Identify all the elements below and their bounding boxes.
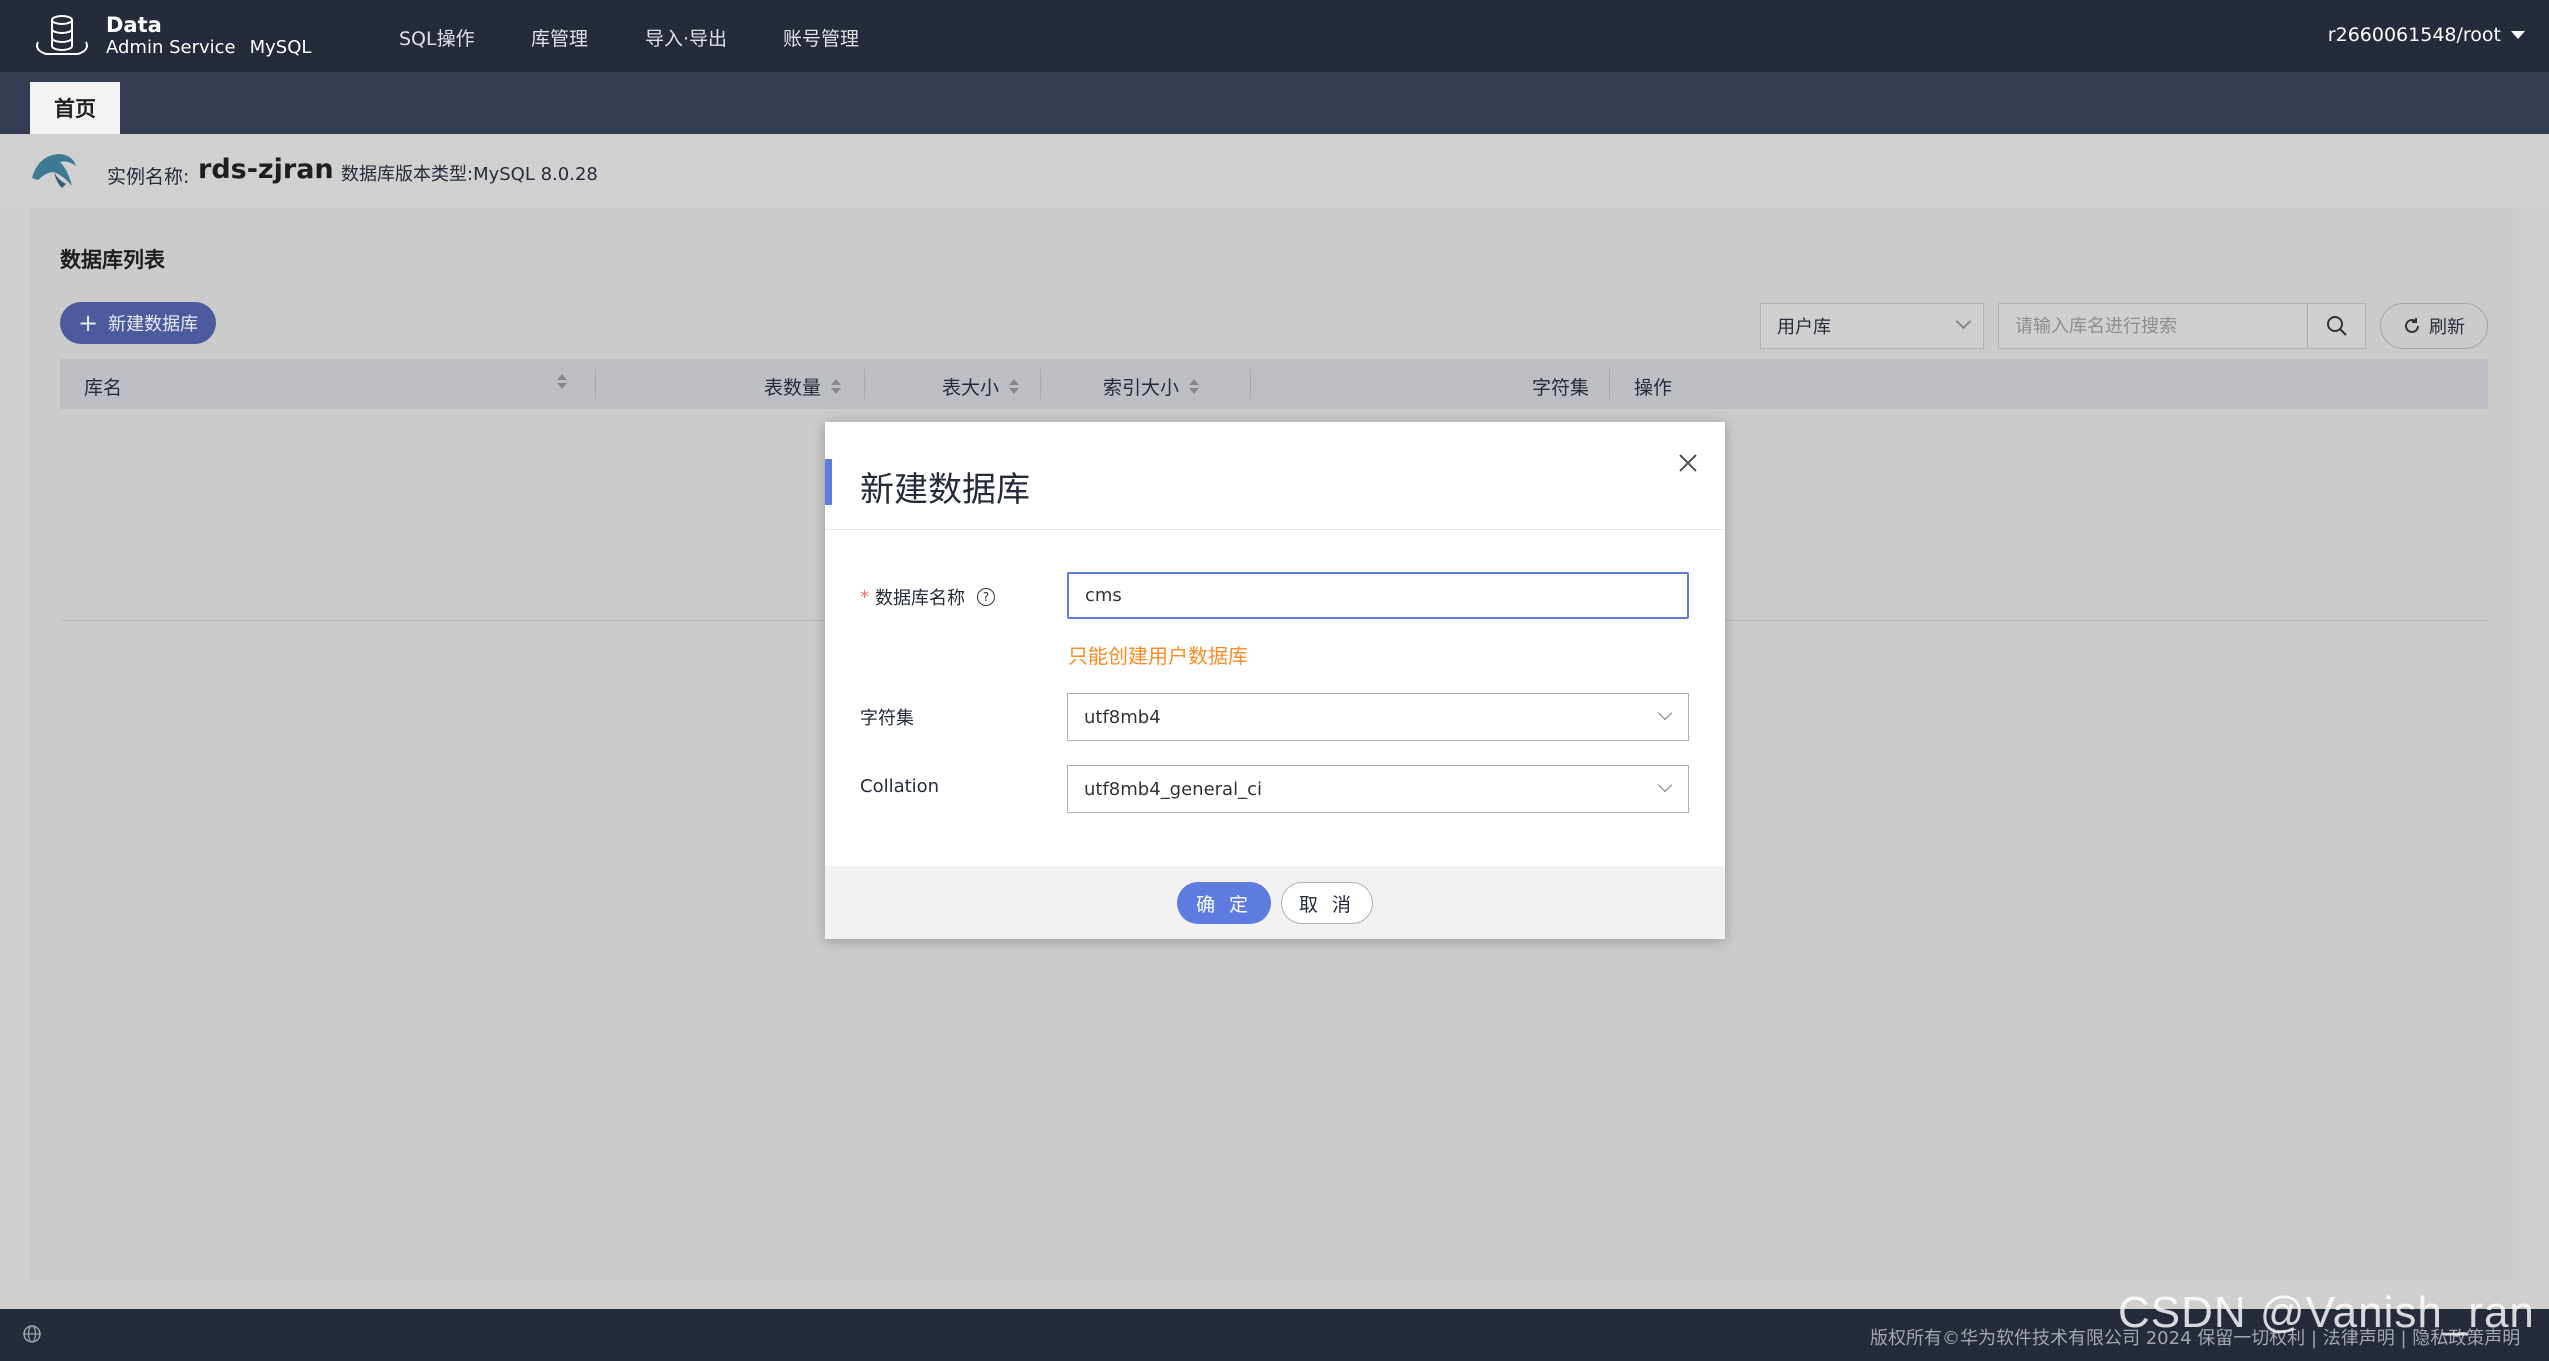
plus-icon: +	[78, 309, 99, 337]
column-divider	[1250, 369, 1251, 399]
brand[interactable]: Data Admin Service MySQL	[106, 13, 312, 59]
column-header-name[interactable]: 库名	[84, 373, 122, 400]
new-database-label: 新建数据库	[108, 314, 199, 335]
column-header-actions: 操作	[1634, 373, 1672, 400]
db-version: 数据库版本类型:MySQL 8.0.28	[341, 164, 598, 185]
collation-label: Collation	[860, 776, 940, 797]
db-type-select[interactable]: 用户库	[1760, 303, 1984, 349]
chevron-down-icon	[1657, 777, 1673, 793]
column-label: 字符集	[1532, 377, 1590, 399]
new-database-dialog: 新建数据库 * 数据库名称 ? 只能创建用户数据库 字符集 utf8mb4 Co…	[825, 422, 1725, 939]
charset-label: 字符集	[860, 708, 914, 729]
table-header: 库名 表数量 表大小 索引大小 字符集 操作	[60, 359, 2488, 409]
column-label: 操作	[1634, 377, 1673, 399]
chevron-down-icon	[1955, 313, 1972, 330]
database-logo-icon	[36, 15, 88, 55]
search-box	[1998, 303, 2366, 349]
collation-value: utf8mb4_general_ci	[1084, 778, 1262, 800]
refresh-label: 刷新	[2429, 317, 2465, 338]
column-label: 索引大小	[1103, 377, 1180, 399]
column-divider	[595, 369, 596, 399]
new-database-button[interactable]: + 新建数据库	[60, 302, 217, 344]
nav-db-management[interactable]: 库管理	[531, 24, 588, 51]
column-header-charset: 字符集	[1532, 373, 1589, 400]
refresh-button[interactable]: 刷新	[2380, 303, 2488, 349]
column-header-table-count[interactable]: 表数量	[764, 373, 842, 400]
dialog-footer: 确 定 取 消	[825, 866, 1725, 939]
help-icon[interactable]: ?	[977, 588, 995, 606]
tab-strip: 首页	[0, 72, 2549, 134]
search-button[interactable]	[2307, 304, 2365, 348]
refresh-icon	[2405, 318, 2419, 333]
db-name-label-text: 数据库名称	[875, 588, 965, 609]
sort-icon	[1009, 379, 1020, 394]
user-name: r2660061548/root	[2327, 24, 2501, 46]
dialog-title: 新建数据库	[860, 470, 1030, 510]
db-type-value: 用户库	[1777, 317, 1831, 338]
dialog-divider	[825, 529, 1725, 530]
charset-value: utf8mb4	[1084, 706, 1161, 728]
collation-select[interactable]: utf8mb4_general_ci	[1067, 765, 1689, 813]
sort-icon	[1189, 379, 1200, 394]
search-input[interactable]	[1999, 304, 2309, 348]
column-divider	[864, 369, 865, 399]
panel-title: 数据库列表	[60, 248, 165, 272]
db-name-label: * 数据库名称 ?	[860, 584, 995, 610]
nav-import-export[interactable]: 导入·导出	[645, 24, 727, 51]
globe-icon[interactable]	[22, 1324, 42, 1344]
instance-info: 实例名称: rds-zjran 数据库版本类型:MySQL 8.0.28	[0, 134, 2549, 208]
brand-line1: Data	[106, 13, 162, 37]
nav-sql-ops[interactable]: SQL操作	[399, 24, 475, 51]
chevron-down-icon	[1657, 705, 1673, 721]
required-asterisk: *	[860, 586, 869, 608]
instance-name: rds-zjran	[198, 154, 334, 185]
column-header-index-size[interactable]: 索引大小	[1103, 373, 1200, 400]
column-label: 表大小	[942, 377, 1000, 399]
brand-line2: Admin Service	[106, 37, 236, 59]
user-menu[interactable]: r2660061548/root	[2328, 24, 2525, 46]
brand-product: MySQL	[249, 37, 312, 59]
warning-text: 只能创建用户数据库	[1068, 644, 1248, 668]
column-header-table-size[interactable]: 表大小	[942, 373, 1020, 400]
column-label: 表数量	[764, 377, 822, 399]
close-icon[interactable]	[1673, 448, 1703, 478]
column-label: 库名	[84, 377, 123, 399]
cancel-button[interactable]: 取 消	[1281, 882, 1373, 924]
dialog-accent-bar	[825, 459, 832, 505]
charset-select[interactable]: utf8mb4	[1067, 693, 1689, 741]
top-navbar: Data Admin Service MySQL SQL操作 库管理 导入·导出 …	[0, 0, 2549, 72]
caret-down-icon	[2511, 31, 2525, 39]
sort-icon[interactable]	[557, 374, 567, 389]
instance-name-label: 实例名称:	[107, 166, 190, 188]
confirm-button[interactable]: 确 定	[1177, 882, 1271, 924]
db-name-input[interactable]	[1067, 572, 1689, 619]
tab-home[interactable]: 首页	[30, 82, 120, 134]
column-divider	[1040, 369, 1041, 399]
watermark: CSDN @Vanish_ran	[2118, 1288, 2535, 1337]
nav-account-management[interactable]: 账号管理	[783, 24, 859, 51]
mysql-dolphin-icon	[32, 154, 76, 188]
search-icon	[2326, 316, 2347, 336]
sort-icon	[831, 379, 842, 394]
column-divider	[1609, 369, 1610, 399]
